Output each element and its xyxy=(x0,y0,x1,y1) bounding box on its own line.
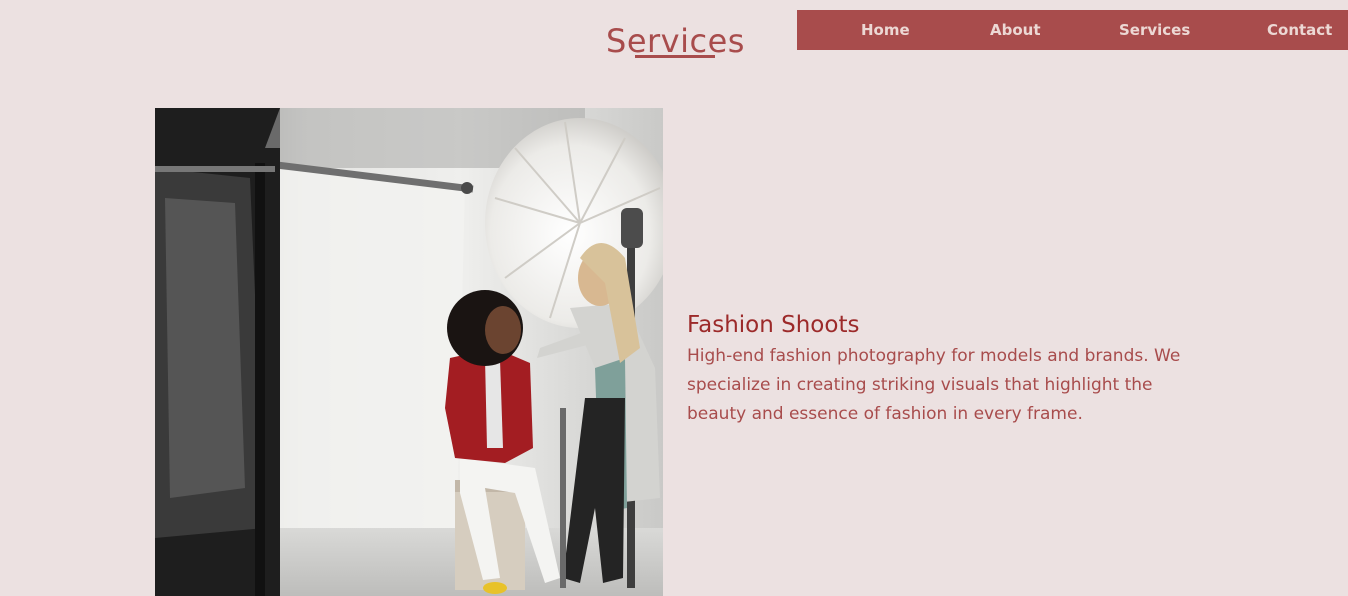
services-page: Services Home About Services Contact Fas… xyxy=(0,0,1348,596)
title-underline xyxy=(635,55,715,58)
service-description: High-end fashion photography for models … xyxy=(687,346,1181,424)
top-navbar: Home About Services Contact xyxy=(797,10,1348,50)
service-heading: Fashion Shoots xyxy=(687,312,860,338)
nav-contact-link[interactable]: Contact xyxy=(1267,10,1332,50)
nav-home-link[interactable]: Home xyxy=(861,10,910,50)
nav-about-link[interactable]: About xyxy=(990,10,1041,50)
service-details: Fashion Shoots High-end fashion photogra… xyxy=(687,308,1207,429)
fashion-shoot-photo xyxy=(155,108,663,596)
nav-services-link[interactable]: Services xyxy=(1119,10,1190,50)
